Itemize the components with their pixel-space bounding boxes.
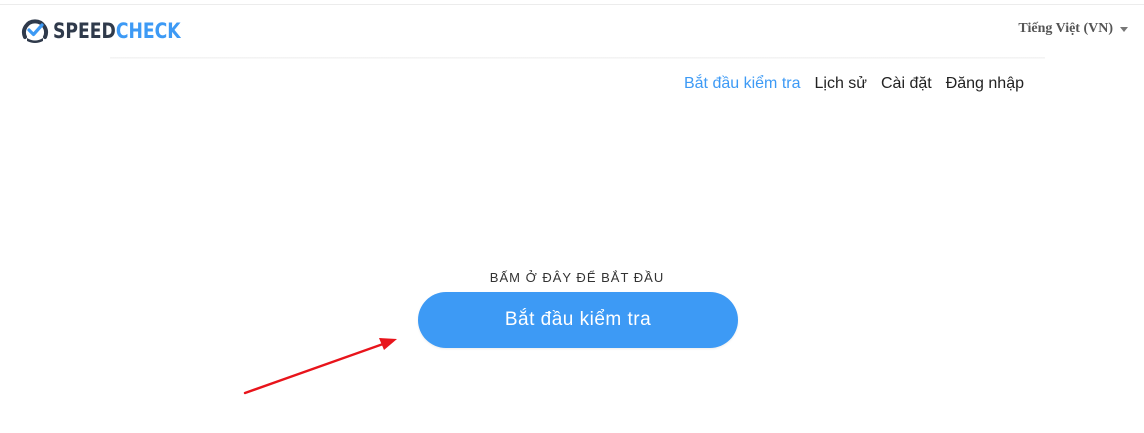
nav-settings[interactable]: Cài đặt xyxy=(881,74,932,94)
caret-down-icon xyxy=(1120,26,1128,32)
language-selector[interactable]: Tiếng Việt (VN) xyxy=(1018,21,1128,37)
speedometer-check-icon xyxy=(22,19,48,43)
nav-login[interactable]: Đăng nhập xyxy=(946,74,1024,94)
logo-text-check: CHECK xyxy=(115,19,181,43)
start-hint: BẤM Ở ĐÂY ĐỂ BẮT ĐẦU xyxy=(489,270,665,285)
logo-text: SPEEDCHECK xyxy=(53,16,181,46)
header-divider xyxy=(110,57,1045,59)
language-label: Tiếng Việt (VN) xyxy=(1018,21,1113,36)
logo[interactable]: SPEEDCHECK xyxy=(21,16,209,46)
start-test-button[interactable]: Bắt đầu kiểm tra xyxy=(418,292,738,348)
logo-text-speed: SPEED xyxy=(53,19,116,43)
nav-history[interactable]: Lịch sử xyxy=(814,74,867,94)
annotation-arrow-icon xyxy=(243,338,397,395)
main-nav: Bắt đầu kiểm tra Lịch sử Cài đặt Đăng nh… xyxy=(684,74,1024,94)
nav-start-test[interactable]: Bắt đầu kiểm tra xyxy=(684,74,801,94)
header: SPEEDCHECK Tiếng Việt (VN) xyxy=(0,5,1144,57)
